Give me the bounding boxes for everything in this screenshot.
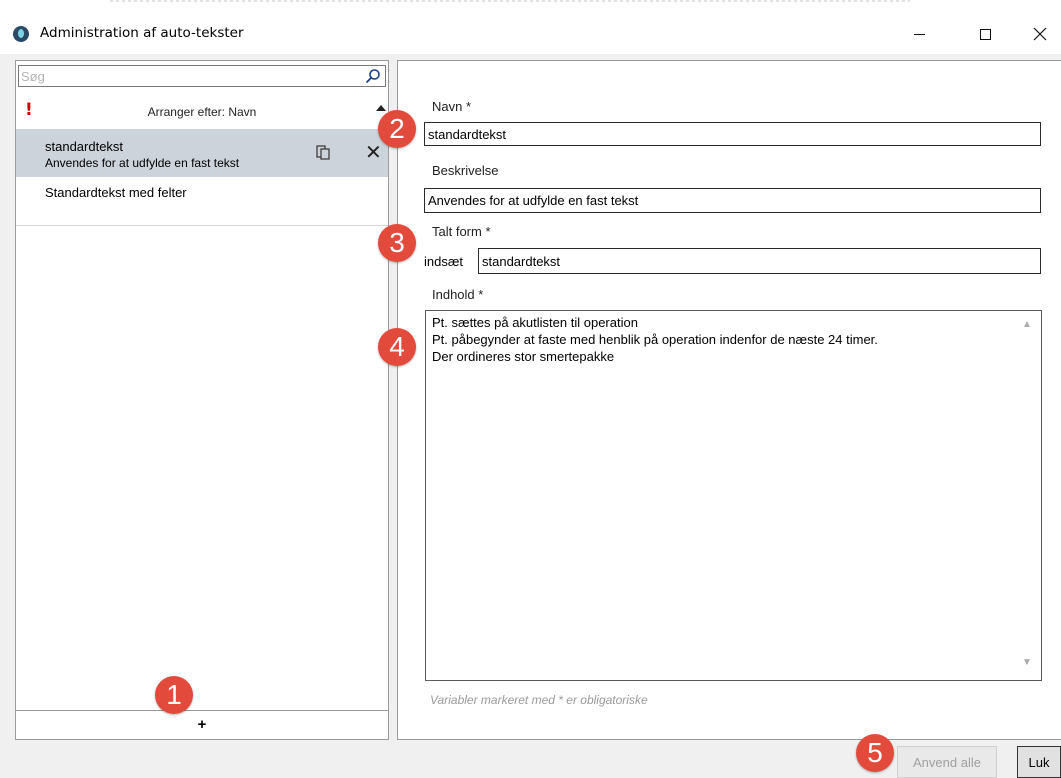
delete-icon[interactable]: ✕ [365, 142, 382, 162]
content-label: Indhold * [432, 287, 484, 302]
description-label: Beskrivelse [432, 163, 499, 178]
spoken-form-prefix: indsæt [424, 254, 464, 269]
description-field[interactable] [424, 188, 1041, 213]
autotext-editor-panel: Navn * Beskrivelse Talt form * indsæt In… [397, 60, 1061, 740]
marker-5: 5 [856, 734, 894, 772]
list-item-name: standardtekst [45, 139, 124, 154]
spoken-form-field[interactable] [478, 248, 1041, 274]
sort-row[interactable]: ! Arranger efter: Navn [16, 93, 388, 129]
name-label: Navn * [432, 99, 472, 114]
list-item[interactable]: standardtekst Anvendes for at udfylde en… [16, 129, 388, 177]
maximize-button[interactable] [962, 18, 1008, 50]
apply-all-button[interactable]: Anvend alle [897, 746, 997, 778]
content-textarea[interactable]: Pt. sættes på akutlisten til operation P… [425, 310, 1042, 681]
sort-label: Arranger efter: Navn [147, 105, 257, 119]
bottom-divider [16, 710, 388, 711]
maximize-icon [979, 28, 991, 40]
window-title: Administration af auto-tekster [40, 25, 244, 41]
app-icon [13, 26, 29, 42]
list-item-description: Anvendes for at udfylde en fast tekst [45, 156, 240, 170]
search-input[interactable] [21, 67, 361, 85]
top-sliver [0, 0, 1061, 10]
scroll-down-icon[interactable]: ▼ [1022, 657, 1032, 668]
marker-2: 2 [378, 110, 416, 148]
autotext-list-panel: ! Arranger efter: Navn standardtekst Anv… [15, 60, 389, 740]
close-window-button[interactable] [1017, 18, 1061, 50]
spoken-form-label: Talt form * [432, 224, 491, 239]
sort-ascending-icon[interactable] [376, 105, 386, 111]
copy-icon[interactable] [316, 145, 330, 160]
search-box [18, 65, 386, 87]
title-bar: Administration af auto-tekster [0, 14, 1061, 54]
marker-1: 1 [155, 676, 193, 714]
add-autotext-button[interactable]: + [192, 715, 212, 735]
close-button[interactable]: Luk [1017, 746, 1061, 778]
minimize-icon [913, 33, 925, 35]
marker-4: 4 [378, 328, 416, 366]
search-icon[interactable] [365, 68, 381, 84]
scroll-up-icon[interactable]: ▲ [1022, 319, 1032, 330]
list-divider [16, 225, 388, 226]
name-field[interactable] [424, 122, 1041, 146]
list-item[interactable]: Standardtekst med felter [16, 177, 388, 207]
list-item-name: Standardtekst med felter [45, 185, 187, 200]
required-hint: Variabler markeret med * er obligatorisk… [430, 693, 648, 707]
close-icon [1033, 27, 1047, 41]
minimize-button[interactable] [896, 18, 942, 50]
window-body: ! Arranger efter: Navn standardtekst Anv… [0, 54, 1061, 778]
marker-3: 3 [378, 224, 416, 262]
